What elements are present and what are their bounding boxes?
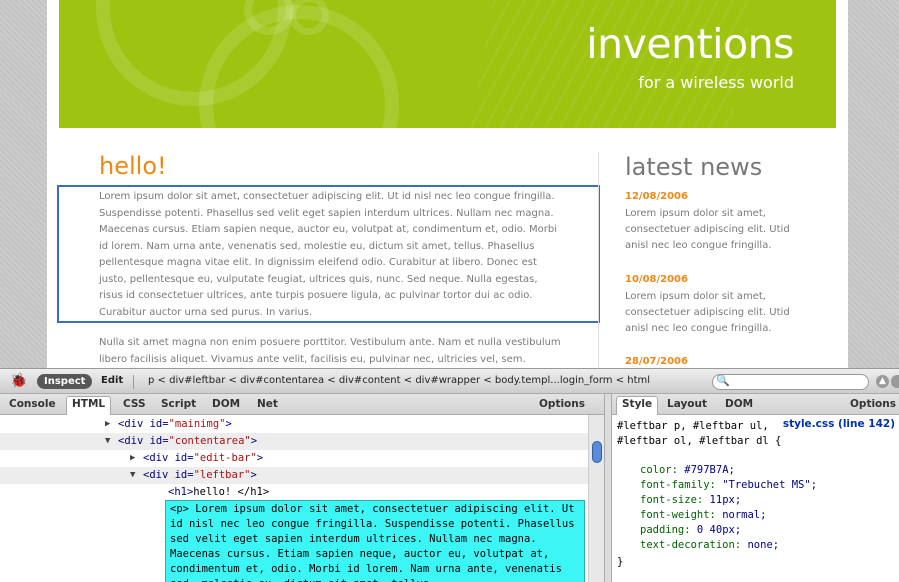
window-background-left bbox=[0, 0, 47, 368]
breadcrumb-item[interactable]: p bbox=[148, 375, 154, 386]
attr-name: id= bbox=[174, 469, 194, 481]
css-declaration[interactable]: text-decoration: none; bbox=[640, 538, 779, 553]
breadcrumb-item[interactable]: html bbox=[627, 375, 650, 386]
scroll-thumb[interactable] bbox=[592, 441, 602, 463]
tree-node[interactable]: ▼ <div id="contentarea"> bbox=[0, 433, 588, 450]
close-icon[interactable] bbox=[891, 375, 899, 388]
tree-node[interactable]: ▶ <div id="edit-bar"> bbox=[0, 450, 588, 467]
side-panel-tab-bar: Style Layout DOM Options bbox=[612, 394, 899, 415]
firebug-tab-bar: Console HTML CSS Script DOM Net Options bbox=[0, 394, 604, 415]
breadcrumb-separator: < bbox=[228, 375, 241, 386]
tag-close: > bbox=[256, 452, 264, 464]
tree-node[interactable]: <h1>hello! </h1> bbox=[0, 484, 588, 501]
tag-close: > bbox=[250, 469, 257, 481]
tab-css[interactable]: CSS bbox=[118, 397, 151, 414]
news-item: 28/07/2006 bbox=[625, 355, 815, 368]
expand-twisty-icon[interactable]: ▶ bbox=[130, 450, 140, 467]
attr-name: id= bbox=[149, 435, 169, 447]
attr-name: id= bbox=[174, 452, 194, 464]
attr-value: "edit-bar" bbox=[193, 452, 257, 464]
tab-layout[interactable]: Layout bbox=[662, 397, 712, 414]
tag-content: hello! </h1> bbox=[193, 486, 270, 498]
news-date[interactable]: 12/08/2006 bbox=[625, 190, 815, 204]
tag-open: <h1> bbox=[168, 486, 194, 498]
css-close-brace: } bbox=[617, 556, 624, 568]
attr-name: id= bbox=[149, 418, 169, 430]
css-declaration[interactable]: color: #797B7A; bbox=[640, 463, 735, 478]
site-subtitle: for a wireless world bbox=[638, 73, 794, 92]
breadcrumb-item[interactable]: body.templ...login_form bbox=[495, 375, 613, 386]
tag-close: > bbox=[250, 435, 258, 447]
body-paragraph: Lorem ipsum dolor sit amet, consectetuer… bbox=[99, 191, 558, 318]
page-heading: hello! bbox=[99, 152, 167, 180]
news-title: latest news bbox=[625, 153, 763, 181]
tab-dom[interactable]: DOM bbox=[207, 397, 245, 414]
side-options-button[interactable]: Options bbox=[850, 398, 896, 410]
news-item: 10/08/2006 Lorem ipsum dolor sit amet, c… bbox=[625, 273, 815, 337]
tag-open: <div bbox=[118, 435, 150, 447]
column-divider bbox=[598, 152, 599, 368]
window-background-right bbox=[848, 0, 899, 368]
panel-splitter[interactable] bbox=[604, 394, 612, 582]
tag-open: <div bbox=[143, 452, 175, 464]
css-declaration[interactable]: font-family: "Trebuchet MS"; bbox=[640, 478, 817, 493]
selected-node[interactable]: <p> Lorem ipsum dolor sit amet, consecte… bbox=[165, 500, 585, 582]
site-title: inventions bbox=[586, 20, 794, 68]
css-declaration[interactable]: font-size: 11px; bbox=[640, 493, 741, 508]
firebug-bug-icon[interactable]: 🐞 bbox=[10, 373, 30, 390]
breadcrumb-item[interactable]: div#wrapper bbox=[415, 375, 480, 386]
css-declaration[interactable]: font-weight: normal; bbox=[640, 508, 766, 523]
news-date[interactable]: 10/08/2006 bbox=[625, 273, 815, 287]
tab-net[interactable]: Net bbox=[252, 397, 283, 414]
breadcrumb: p < div#leftbar < div#contentarea < div#… bbox=[148, 375, 650, 386]
tab-style[interactable]: Style bbox=[616, 396, 659, 415]
breadcrumb-separator: < bbox=[483, 375, 495, 386]
style-pane: style.css (line 142) #leftbar p, #leftba… bbox=[612, 415, 899, 582]
expand-twisty-icon[interactable]: ▶ bbox=[105, 416, 115, 433]
collapse-twisty-icon[interactable]: ▼ bbox=[130, 467, 140, 484]
breadcrumb-item[interactable]: div#leftbar bbox=[169, 375, 225, 386]
body-paragraph: Nulla sit amet magna non enim posuere po… bbox=[99, 337, 561, 365]
news-text: Lorem ipsum dolor sit amet, consectetuer… bbox=[625, 208, 790, 251]
attr-value: "contentarea" bbox=[168, 435, 251, 447]
breadcrumb-separator: < bbox=[157, 375, 170, 386]
search-input[interactable]: 🔍 bbox=[712, 374, 869, 390]
inspect-button[interactable]: Inspect bbox=[37, 374, 93, 389]
web-page: inventions for a wireless world hello! L… bbox=[47, 0, 848, 368]
tag-open: <div bbox=[118, 418, 150, 430]
attr-value: "mainimg" bbox=[168, 418, 226, 430]
toolbar-separator bbox=[133, 375, 134, 389]
breadcrumb-separator: < bbox=[615, 375, 628, 386]
stylesheet-link[interactable]: style.css (line 142) bbox=[783, 417, 895, 432]
options-button[interactable]: Options bbox=[539, 398, 585, 410]
breadcrumb-separator: < bbox=[403, 375, 416, 386]
news-text: Lorem ipsum dolor sit amet, consectetuer… bbox=[625, 291, 790, 334]
tag-open: <div bbox=[143, 469, 175, 481]
tree-node[interactable]: ▼ <div id="leftbar"> bbox=[0, 467, 588, 484]
breadcrumb-item[interactable]: div#content bbox=[339, 375, 401, 386]
tab-script[interactable]: Script bbox=[156, 397, 201, 414]
html-tree: ▶ <div id="mainimg"> ▼ <div id="contenta… bbox=[0, 415, 588, 582]
css-declaration[interactable]: padding: 0 40px; bbox=[640, 523, 741, 538]
css-selector: #leftbar p, #leftbar ul, #leftbar ol, #l… bbox=[617, 420, 782, 447]
attr-value: "leftbar" bbox=[193, 469, 251, 481]
tab-side-dom[interactable]: DOM bbox=[720, 397, 758, 414]
search-icon: 🔍 bbox=[716, 374, 730, 387]
tab-html[interactable]: HTML bbox=[66, 396, 112, 415]
news-item: 12/08/2006 Lorem ipsum dolor sit amet, c… bbox=[625, 190, 815, 254]
firebug-panel: 🐞 Inspect Edit p < div#leftbar < div#con… bbox=[0, 368, 899, 582]
collapse-twisty-icon[interactable]: ▼ bbox=[105, 433, 115, 450]
breadcrumb-item[interactable]: div#contentarea bbox=[240, 375, 324, 386]
tag-close: > bbox=[225, 418, 232, 430]
tree-node[interactable]: ▶ <div id="mainimg"> bbox=[0, 416, 588, 433]
collapse-up-icon[interactable]: ▲ bbox=[876, 375, 889, 388]
firebug-toolbar: 🐞 Inspect Edit p < div#leftbar < div#con… bbox=[0, 368, 899, 394]
header-banner: inventions for a wireless world bbox=[59, 0, 836, 128]
breadcrumb-separator: < bbox=[327, 375, 339, 386]
news-date[interactable]: 28/07/2006 bbox=[625, 355, 815, 368]
html-scrollbar[interactable] bbox=[588, 415, 604, 582]
edit-button[interactable]: Edit bbox=[101, 375, 123, 386]
tab-console[interactable]: Console bbox=[4, 397, 61, 414]
